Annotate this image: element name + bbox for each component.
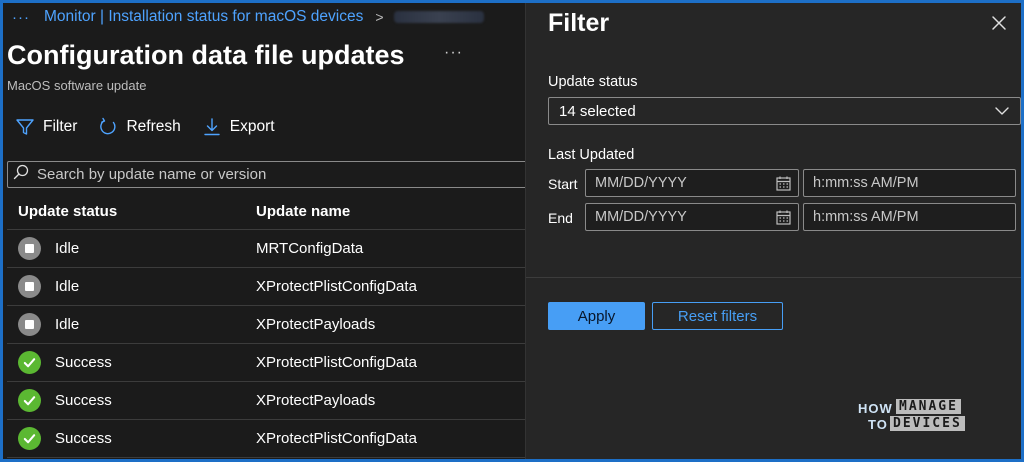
watermark-to: TO [868, 417, 888, 432]
filter-button[interactable]: Filter [14, 116, 77, 138]
update-name-cell: XProtectPayloads [256, 316, 376, 333]
watermark-how: HOW [858, 401, 893, 416]
table-row[interactable]: Success XProtectPayloads [7, 382, 525, 420]
search-box [7, 161, 525, 188]
status-cell: Idle [7, 313, 256, 336]
start-time-placeholder: h:mm:ss AM/PM [813, 175, 919, 191]
filter-icon [14, 116, 36, 138]
filter-button-label: Filter [43, 118, 78, 135]
table-row[interactable]: Success XProtectPlistConfigData [7, 420, 525, 458]
status-text: Success [55, 354, 112, 371]
end-time-placeholder: h:mm:ss AM/PM [813, 209, 919, 225]
pane-divider [526, 277, 1024, 278]
end-date-placeholder: MM/DD/YYYY [595, 209, 687, 225]
updates-table: Update status Update name Idle MRTConfig… [7, 194, 525, 458]
idle-icon [18, 275, 41, 298]
update-status-label: Update status [548, 74, 638, 90]
update-name-cell: XProtectPlistConfigData [256, 430, 417, 447]
page-title: Configuration data file updates [7, 40, 405, 70]
status-cell: Idle [7, 275, 256, 298]
update-name-cell: MRTConfigData [256, 240, 364, 257]
breadcrumb: ··· Monitor | Installation status for ma… [12, 7, 484, 27]
command-bar: Filter Refresh Export [14, 115, 295, 139]
start-label: Start [548, 176, 578, 192]
last-updated-label: Last Updated [548, 147, 635, 163]
status-text: Success [55, 430, 112, 447]
breadcrumb-separator: > [375, 9, 384, 25]
refresh-button[interactable]: Refresh [97, 116, 181, 138]
close-icon [992, 16, 1006, 30]
update-status-dropdown[interactable]: 14 selected [548, 97, 1021, 125]
filter-pane: Filter Update status 14 selected Last Up… [525, 0, 1024, 462]
export-button[interactable]: Export [201, 116, 275, 138]
table-header: Update status Update name [7, 194, 525, 230]
status-cell: Success [7, 427, 256, 450]
search-input[interactable] [37, 166, 517, 183]
filter-pane-title: Filter [548, 9, 610, 37]
start-date-placeholder: MM/DD/YYYY [595, 175, 687, 191]
reset-filters-button[interactable]: Reset filters [652, 302, 783, 330]
calendar-icon[interactable] [775, 175, 792, 192]
update-status-value: 14 selected [559, 102, 636, 120]
column-header-update-status[interactable]: Update status [7, 203, 256, 220]
refresh-icon [97, 116, 119, 138]
table-row[interactable]: Success XProtectPlistConfigData [7, 344, 525, 382]
table-row[interactable]: Idle MRTConfigData [7, 230, 525, 268]
end-date-input[interactable]: MM/DD/YYYY [585, 203, 799, 231]
checkmark-icon [18, 389, 41, 412]
refresh-button-label: Refresh [126, 118, 181, 135]
status-text: Success [55, 392, 112, 409]
end-time-input[interactable]: h:mm:ss AM/PM [803, 203, 1016, 231]
calendar-icon[interactable] [775, 209, 792, 226]
main-blade: ··· Monitor | Installation status for ma… [0, 0, 525, 462]
checkmark-icon [18, 427, 41, 450]
watermark-devices: DEVICES [890, 416, 965, 431]
update-name-cell: XProtectPlistConfigData [256, 354, 417, 371]
end-label: End [548, 210, 573, 226]
update-name-cell: XProtectPayloads [256, 392, 376, 409]
close-button[interactable] [989, 13, 1011, 35]
search-icon [13, 164, 29, 185]
status-cell: Success [7, 351, 256, 374]
export-button-label: Export [229, 118, 275, 135]
column-header-update-name[interactable]: Update name [256, 203, 525, 220]
watermark-logo: HOW TO MANAGE DEVICES [858, 398, 998, 438]
start-date-input[interactable]: MM/DD/YYYY [585, 169, 799, 197]
status-cell: Idle [7, 237, 256, 260]
status-text: Idle [55, 278, 80, 295]
table-row[interactable]: Idle XProtectPlistConfigData [7, 268, 525, 306]
chevron-down-icon [995, 107, 1009, 115]
update-name-cell: XProtectPlistConfigData [256, 278, 417, 295]
status-text: Idle [55, 316, 80, 333]
download-icon [201, 116, 223, 138]
watermark-manage: MANAGE [896, 399, 961, 414]
status-cell: Success [7, 389, 256, 412]
table-row[interactable]: Idle XProtectPayloads [7, 306, 525, 344]
page-subtitle: MacOS software update [7, 78, 147, 93]
idle-icon [18, 237, 41, 260]
checkmark-icon [18, 351, 41, 374]
breadcrumb-redacted [393, 11, 484, 23]
idle-icon [18, 313, 41, 336]
breadcrumb-link-monitor[interactable]: Monitor | Installation status for macOS … [44, 8, 363, 26]
start-time-input[interactable]: h:mm:ss AM/PM [803, 169, 1016, 197]
breadcrumb-more-button[interactable]: ··· [12, 9, 30, 26]
title-more-button[interactable]: ··· [444, 44, 463, 62]
apply-button[interactable]: Apply [548, 302, 645, 330]
status-text: Idle [55, 240, 80, 257]
